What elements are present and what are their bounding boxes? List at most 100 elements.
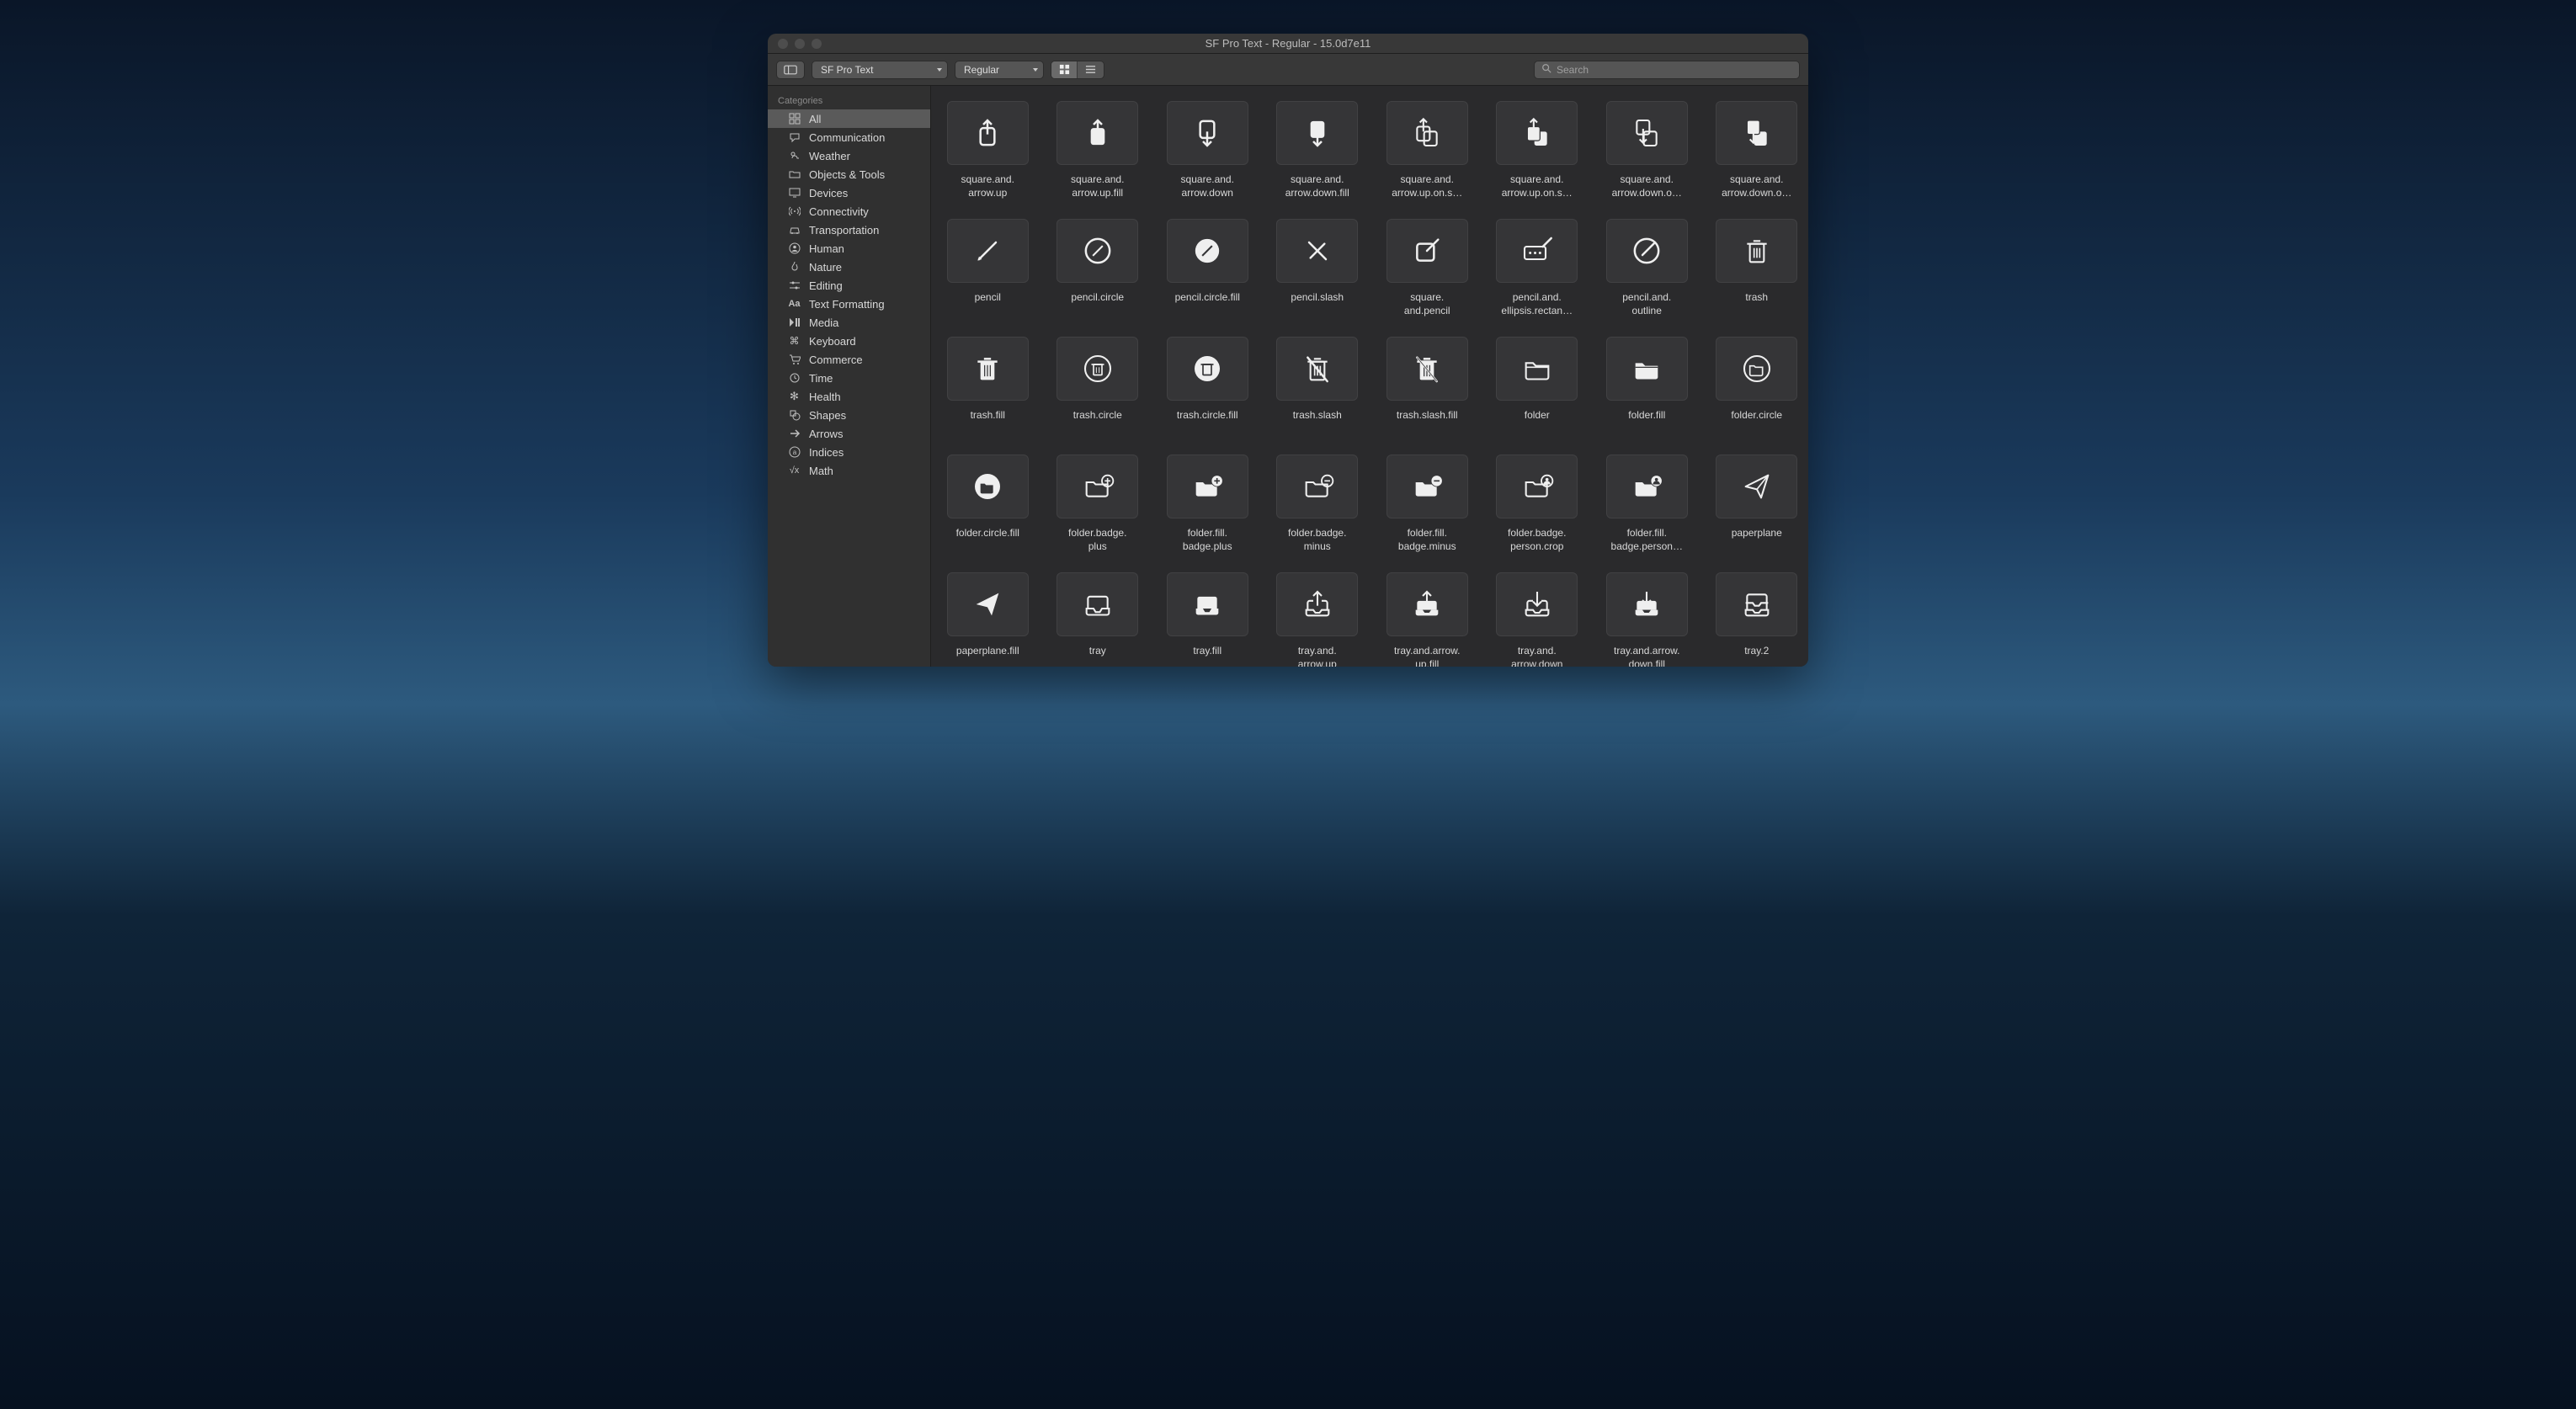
symbol-cell[interactable]: trash.circle.fill [1166, 337, 1249, 436]
symbol-name: folder.badge.minus [1288, 527, 1346, 554]
font-weight-select[interactable]: Regular [955, 61, 1044, 79]
sidebar-item-arrows[interactable]: Arrows [768, 424, 930, 443]
symbol-cell[interactable]: square.and.arrow.down.fill [1276, 101, 1360, 200]
sidebar-item-label: Transportation [809, 224, 879, 237]
sidebar-item-indices[interactable]: aIndices [768, 443, 930, 461]
font-family-select[interactable]: SF Pro Text [812, 61, 948, 79]
pencil-circle-icon [1056, 219, 1138, 283]
sidebar-item-connectivity[interactable]: Connectivity [768, 202, 930, 221]
symbol-name: square.and.arrow.down.o… [1722, 173, 1791, 200]
symbol-cell[interactable]: tray.and.arrow.up.fill [1386, 572, 1469, 667]
grid-view-button[interactable] [1051, 61, 1078, 78]
symbol-cell[interactable]: folder.badge.plus [1056, 455, 1140, 554]
symbol-grid: square.and.arrow.up square.and.arrow.up.f… [946, 101, 1798, 667]
search-field[interactable] [1534, 61, 1800, 79]
symbol-cell[interactable]: pencil.circle [1056, 219, 1140, 318]
symbol-cell[interactable]: square.and.pencil [1386, 219, 1469, 318]
symbol-cell[interactable]: tray.2 [1716, 572, 1799, 667]
symbol-cell[interactable]: paperplane.fill [946, 572, 1030, 667]
symbol-cell[interactable]: folder.fill [1605, 337, 1689, 436]
symbol-name: tray.and.arrow.down [1511, 645, 1562, 667]
sidebar-item-health[interactable]: ✻ Health [768, 387, 930, 406]
symbol-cell[interactable]: folder.badge.person.crop [1496, 455, 1579, 554]
sidebar-item-label: Devices [809, 187, 848, 199]
sidebar-item-commerce[interactable]: Commerce [768, 350, 930, 369]
symbol-name: square.and.arrow.up [961, 173, 1014, 200]
sidebar-item-label: Arrows [809, 428, 843, 440]
sidebar-item-all[interactable]: All [768, 109, 930, 128]
sidebar-item-text-formatting[interactable]: AaText Formatting [768, 295, 930, 313]
pencil-ellipsis-rect-icon [1496, 219, 1578, 283]
folder-fill-badge-minus-icon [1386, 455, 1468, 518]
symbol-cell[interactable]: square.and.arrow.down [1166, 101, 1249, 200]
toggle-sidebar-button[interactable] [776, 61, 805, 79]
symbol-cell[interactable]: folder.circle [1716, 337, 1799, 436]
symbol-cell[interactable]: folder.fill.badge.person… [1605, 455, 1689, 554]
symbol-name: paperplane.fill [956, 645, 1019, 667]
sidebar-item-devices[interactable]: Devices [768, 183, 930, 202]
symbol-cell[interactable]: tray.and.arrow.down.fill [1605, 572, 1689, 667]
symbol-cell[interactable]: square.and.arrow.down.o… [1605, 101, 1689, 200]
symbol-cell[interactable]: folder [1496, 337, 1579, 436]
symbol-cell[interactable]: folder.badge.minus [1276, 455, 1360, 554]
symbol-name: folder.circle.fill [956, 527, 1019, 554]
sidebar: Categories AllCommunicationWeatherObject… [768, 86, 931, 667]
sidebar-item-shapes[interactable]: Shapes [768, 406, 930, 424]
symbol-cell[interactable]: trash [1716, 219, 1799, 318]
symbol-cell[interactable]: square.and.arrow.up.on.s… [1386, 101, 1469, 200]
symbol-grid-scroll[interactable]: square.and.arrow.up square.and.arrow.up.f… [931, 86, 1808, 667]
sidebar-item-media[interactable]: Media [768, 313, 930, 332]
list-view-button[interactable] [1078, 61, 1104, 78]
symbol-cell[interactable]: tray.and.arrow.up [1276, 572, 1360, 667]
symbol-cell[interactable]: paperplane [1716, 455, 1799, 554]
sidebar-item-label: Media [809, 316, 838, 329]
sidebar-item-weather[interactable]: Weather [768, 146, 930, 165]
symbol-cell[interactable]: folder.circle.fill [946, 455, 1030, 554]
sf-symbols-window: SF Pro Text - Regular - 15.0d7e11 SF Pro… [768, 34, 1808, 667]
sidebar-item-transportation[interactable]: Transportation [768, 221, 930, 239]
sidebar-item-objects-tools[interactable]: Objects & Tools [768, 165, 930, 183]
symbol-cell[interactable]: pencil.and.outline [1605, 219, 1689, 318]
symbol-name: folder.badge.plus [1068, 527, 1126, 554]
symbol-cell[interactable]: square.and.arrow.down.o… [1716, 101, 1799, 200]
sidebar-item-communication[interactable]: Communication [768, 128, 930, 146]
staroflife-icon: ✻ [788, 390, 801, 403]
minimize-window-button[interactable] [795, 39, 805, 49]
symbol-cell[interactable]: pencil.circle.fill [1166, 219, 1249, 318]
symbol-cell[interactable]: trash.slash [1276, 337, 1360, 436]
symbol-cell[interactable]: square.and.arrow.up.fill [1056, 101, 1140, 200]
symbol-name: pencil.and.outline [1622, 291, 1671, 318]
close-window-button[interactable] [778, 39, 788, 49]
sidebar-item-keyboard[interactable]: ⌘Keyboard [768, 332, 930, 350]
symbol-cell[interactable]: pencil [946, 219, 1030, 318]
sidebar-item-label: Indices [809, 446, 844, 459]
symbol-name: square.and.arrow.down.fill [1285, 173, 1349, 200]
symbol-cell[interactable]: folder.fill.badge.plus [1166, 455, 1249, 554]
symbol-cell[interactable]: tray [1056, 572, 1140, 667]
pencil-slash-icon [1276, 219, 1358, 283]
symbol-cell[interactable]: pencil.slash [1276, 219, 1360, 318]
person-icon [788, 242, 801, 254]
symbol-cell[interactable]: square.and.arrow.up [946, 101, 1030, 200]
symbol-cell[interactable]: trash.circle [1056, 337, 1140, 436]
search-input[interactable] [1557, 64, 1792, 76]
zoom-window-button[interactable] [812, 39, 822, 49]
sidebar-item-nature[interactable]: Nature [768, 258, 930, 276]
sidebar-item-time[interactable]: Time [768, 369, 930, 387]
symbol-cell[interactable]: pencil.and.ellipsis.rectan… [1496, 219, 1579, 318]
sidebar-item-label: Editing [809, 279, 843, 292]
symbol-cell[interactable]: trash.fill [946, 337, 1030, 436]
symbol-cell[interactable]: tray.and.arrow.down [1496, 572, 1579, 667]
sidebar-item-human[interactable]: Human [768, 239, 930, 258]
sidebar-item-editing[interactable]: Editing [768, 276, 930, 295]
sidebar-item-label: Nature [809, 261, 842, 274]
symbol-cell[interactable]: folder.fill.badge.minus [1386, 455, 1469, 554]
symbol-cell[interactable]: square.and.arrow.up.on.s… [1496, 101, 1579, 200]
pencil-and-outline-icon [1606, 219, 1688, 283]
sidebar-item-math[interactable]: √xMath [768, 461, 930, 480]
folder-fill-badge-plus-icon [1167, 455, 1248, 518]
symbol-cell[interactable]: tray.fill [1166, 572, 1249, 667]
sidebar-item-label: Health [809, 391, 841, 403]
symbol-cell[interactable]: trash.slash.fill [1386, 337, 1469, 436]
trash-circle-icon [1056, 337, 1138, 401]
